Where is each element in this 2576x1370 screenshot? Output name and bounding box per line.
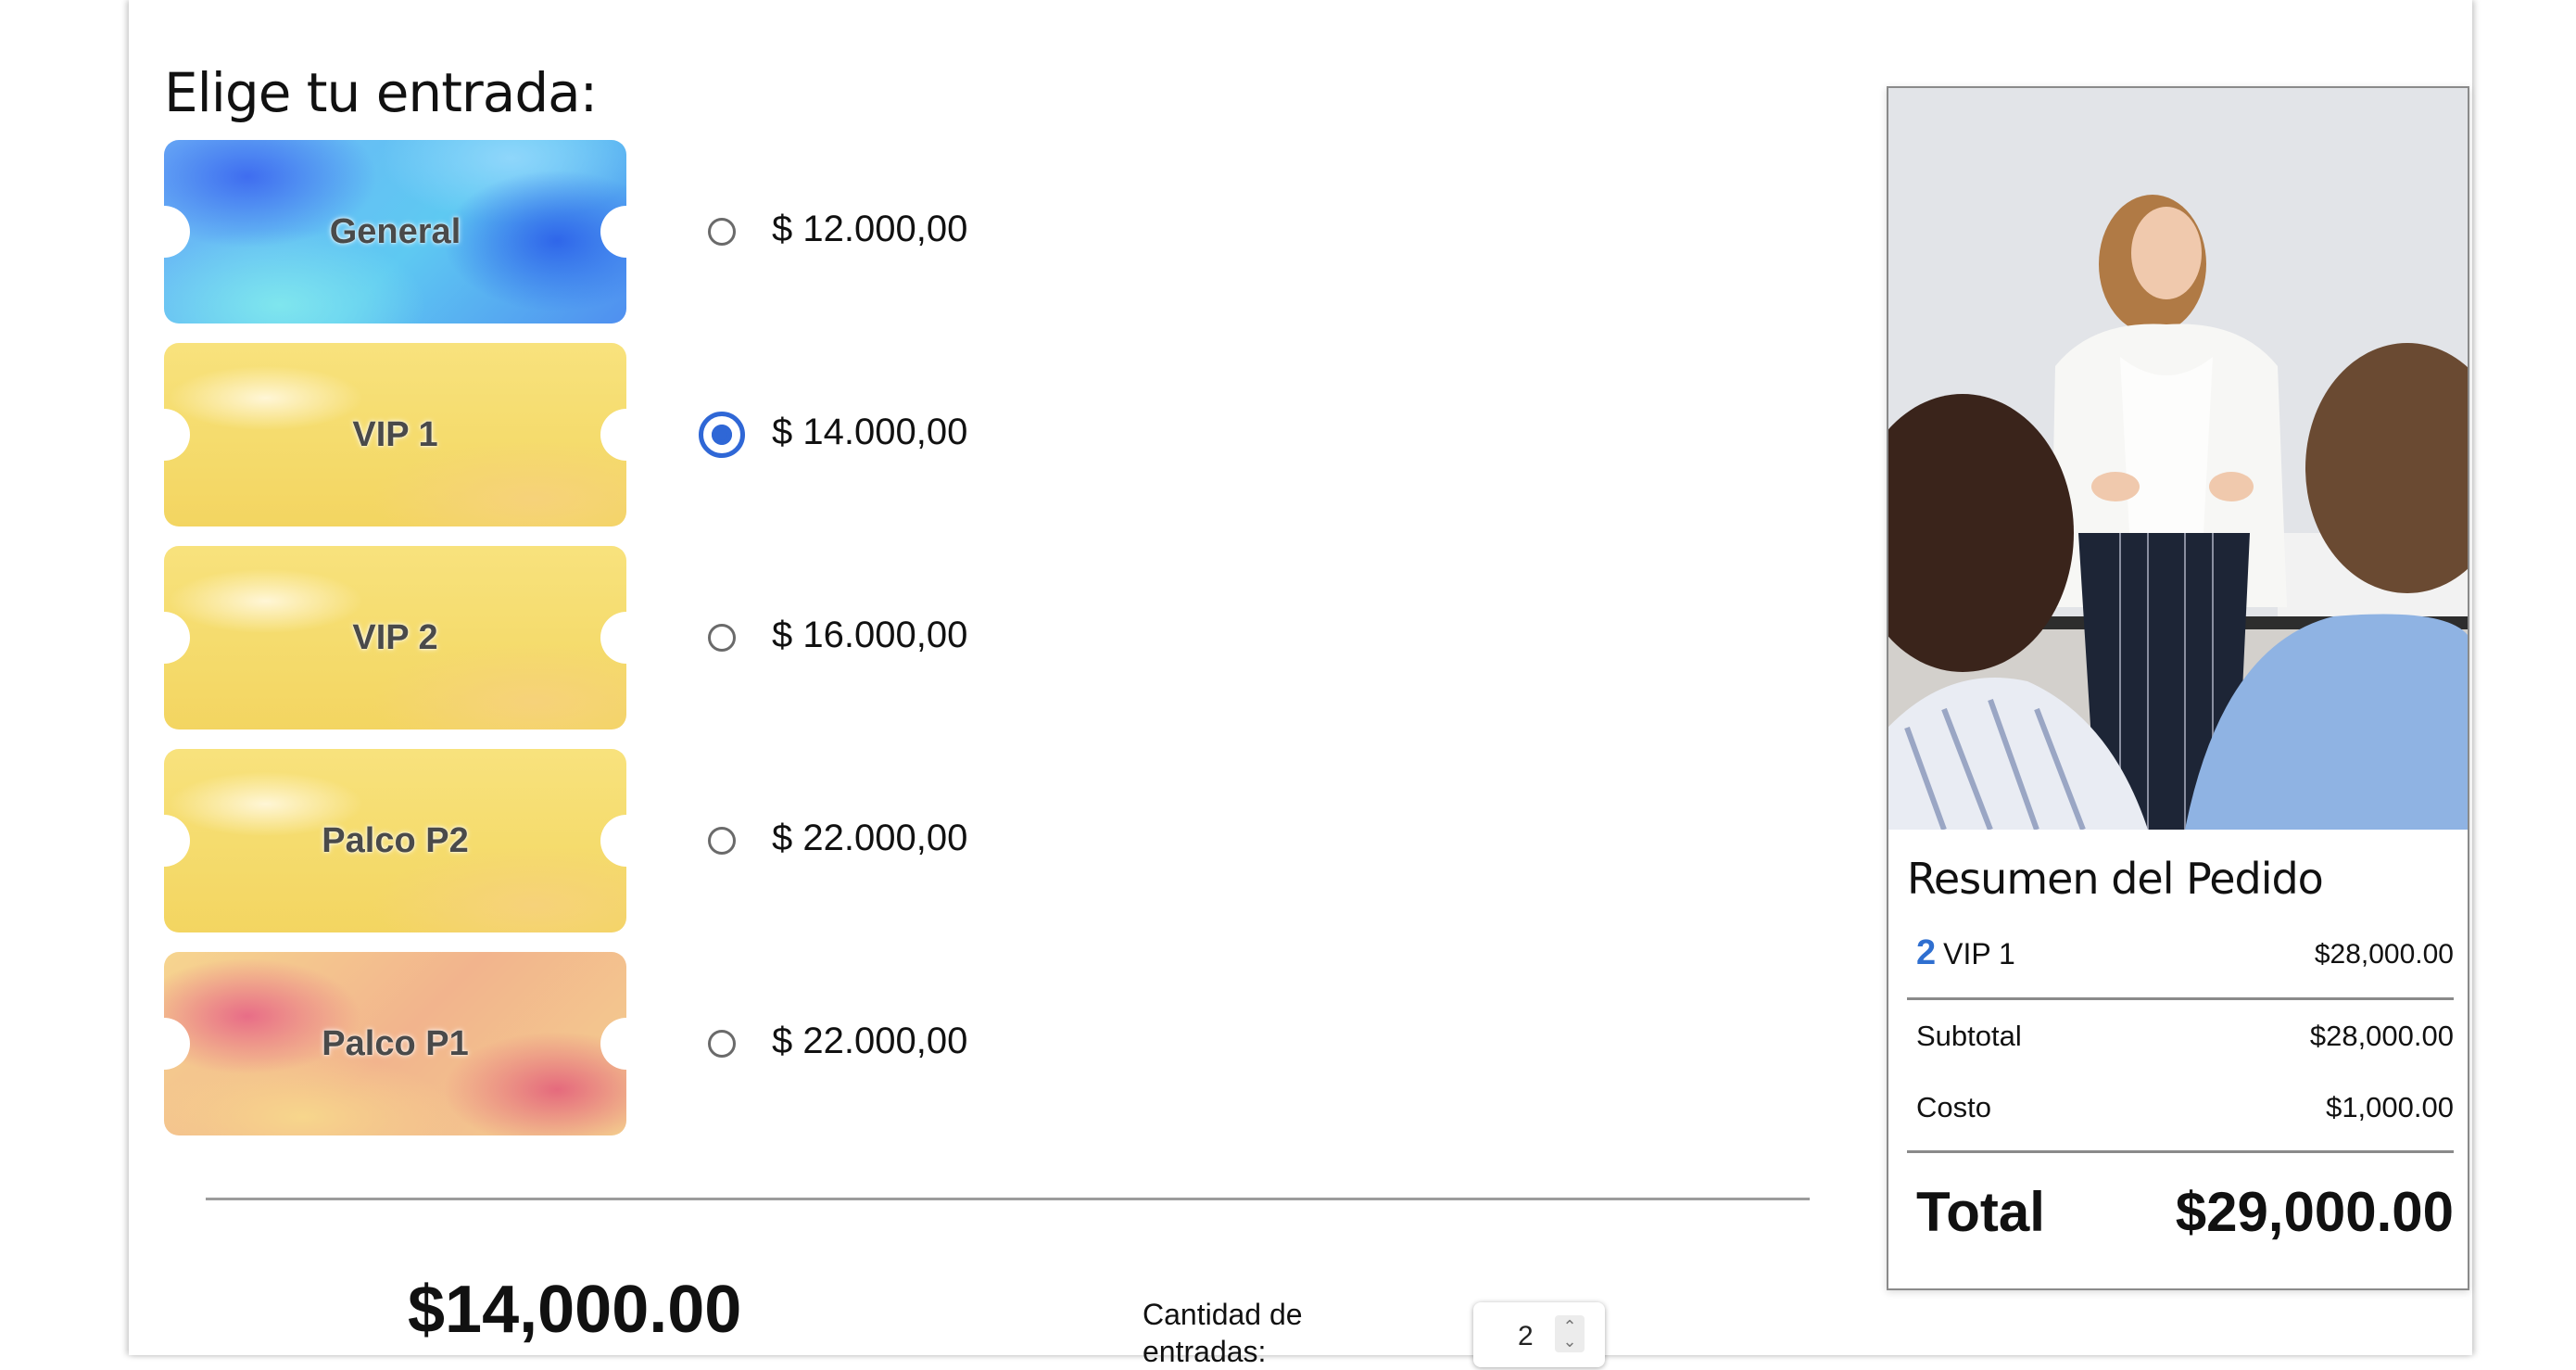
ticket-radio[interactable] <box>708 218 736 246</box>
ticket-label: Palco P2 <box>322 820 469 860</box>
spinner-arrows-icon[interactable]: ⌃ ⌄ <box>1555 1315 1585 1352</box>
page-title: Elige tu entrada: <box>164 61 598 124</box>
cost-row: Costo $1,000.00 <box>1916 1091 2454 1128</box>
section-divider <box>206 1198 1810 1200</box>
ticket-radio-selected[interactable] <box>699 412 745 458</box>
summary-line-item: 2 VIP 1 $28,000.00 <box>1916 933 2454 980</box>
ticket-label: VIP 1 <box>352 414 438 454</box>
total-value: $29,000.00 <box>2175 1181 2454 1243</box>
ticket-label: VIP 2 <box>352 617 438 657</box>
chevron-down-icon[interactable]: ⌄ <box>1562 1333 1576 1350</box>
subtotal-value: $28,000.00 <box>2309 1020 2454 1052</box>
ticket-option-vip1[interactable]: VIP 1 $ 14.000,00 <box>164 343 1091 526</box>
selected-price: $14,000.00 <box>408 1273 742 1347</box>
total-row: Total $29,000.00 <box>1916 1180 2454 1254</box>
presenter-photo <box>1888 88 2468 830</box>
quantity-label: Cantidad de entradas: <box>1143 1298 1303 1368</box>
order-summary-card: Resumen del Pedido 2 VIP 1 $28,000.00 Sub… <box>1887 86 2469 1290</box>
summary-divider <box>1907 1150 2454 1153</box>
total-label: Total <box>1916 1181 2045 1243</box>
ticket-price: $ 22.000,00 <box>772 818 968 858</box>
ticket-card[interactable]: Palco P1 <box>164 952 626 1135</box>
ticket-option-palco-p2[interactable]: Palco P2 $ 22.000,00 <box>164 749 1091 932</box>
cost-label: Costo <box>1916 1091 1991 1123</box>
ticket-card[interactable]: VIP 2 <box>164 546 626 729</box>
quantity-stepper[interactable]: 2 ⌃ ⌄ <box>1473 1302 1605 1367</box>
ticket-price: $ 16.000,00 <box>772 615 968 655</box>
ticket-option-general[interactable]: General $ 12.000,00 <box>164 140 1091 323</box>
ticket-radio[interactable] <box>708 827 736 855</box>
ticket-price: $ 14.000,00 <box>772 412 968 452</box>
ticket-price: $ 22.000,00 <box>772 1021 968 1061</box>
ticket-price: $ 12.000,00 <box>772 209 968 249</box>
quantity-value: 2 <box>1518 1321 1534 1351</box>
summary-divider <box>1907 997 2454 1000</box>
subtotal-label: Subtotal <box>1916 1020 2022 1052</box>
subtotal-row: Subtotal $28,000.00 <box>1916 1020 2454 1057</box>
ticket-card[interactable]: Palco P2 <box>164 749 626 932</box>
ticket-label: General <box>329 211 461 251</box>
line-item-name: VIP 1 <box>1943 937 2015 970</box>
ticket-radio[interactable] <box>708 624 736 652</box>
ticket-option-palco-p1[interactable]: Palco P1 $ 22.000,00 <box>164 952 1091 1135</box>
line-item-quantity: 2 <box>1916 933 1937 972</box>
ticket-label: Palco P1 <box>322 1023 469 1063</box>
ticket-radio[interactable] <box>708 1030 736 1058</box>
cost-value: $1,000.00 <box>2326 1091 2454 1123</box>
ticket-card[interactable]: VIP 1 <box>164 343 626 526</box>
ticket-option-vip2[interactable]: VIP 2 $ 16.000,00 <box>164 546 1091 729</box>
summary-title: Resumen del Pedido <box>1907 854 2324 904</box>
ticket-card[interactable]: General <box>164 140 626 323</box>
line-item-amount: $28,000.00 <box>2314 939 2454 970</box>
